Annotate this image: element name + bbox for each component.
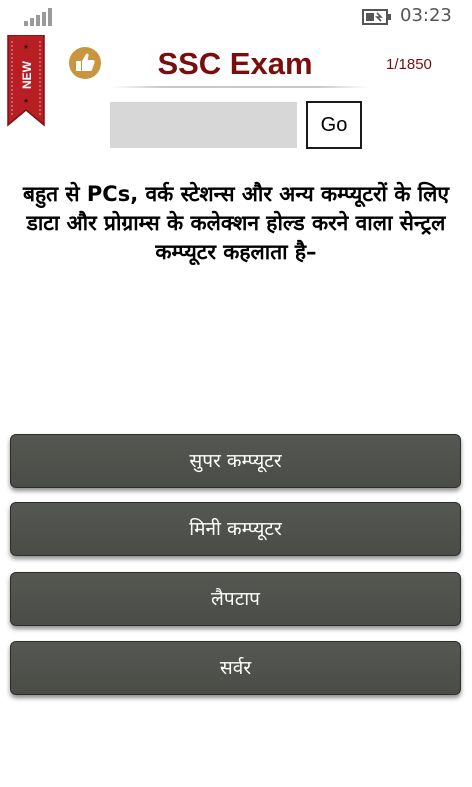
new-ribbon-badge: ★ ★ NEW xyxy=(7,35,45,127)
app-title: SSC Exam xyxy=(157,46,313,81)
option-4-button[interactable]: सर्वर xyxy=(10,641,461,695)
clock: 03:23 xyxy=(400,5,452,26)
status-bar: 03:23 xyxy=(0,0,472,34)
svg-text:★: ★ xyxy=(23,43,29,51)
question-number-input[interactable] xyxy=(110,102,297,148)
new-badge-text: NEW xyxy=(20,60,34,89)
title-underline xyxy=(110,86,370,88)
svg-text:★: ★ xyxy=(23,97,29,105)
thumbs-up-icon[interactable] xyxy=(68,46,102,80)
go-button[interactable]: Go xyxy=(306,101,362,149)
option-2-button[interactable]: मिनी कम्प्यूटर xyxy=(10,502,461,556)
question-text: बहुत से PCs, वर्क स्टेशन्स और अन्य कम्प्… xyxy=(22,182,450,264)
battery-charging-icon xyxy=(362,9,391,25)
signal-strength-icon xyxy=(24,8,54,26)
option-1-button[interactable]: सुपर कम्प्यूटर xyxy=(10,434,461,488)
option-3-button[interactable]: लैपटाप xyxy=(10,572,461,626)
question-counter: 1/1850 xyxy=(386,56,432,73)
